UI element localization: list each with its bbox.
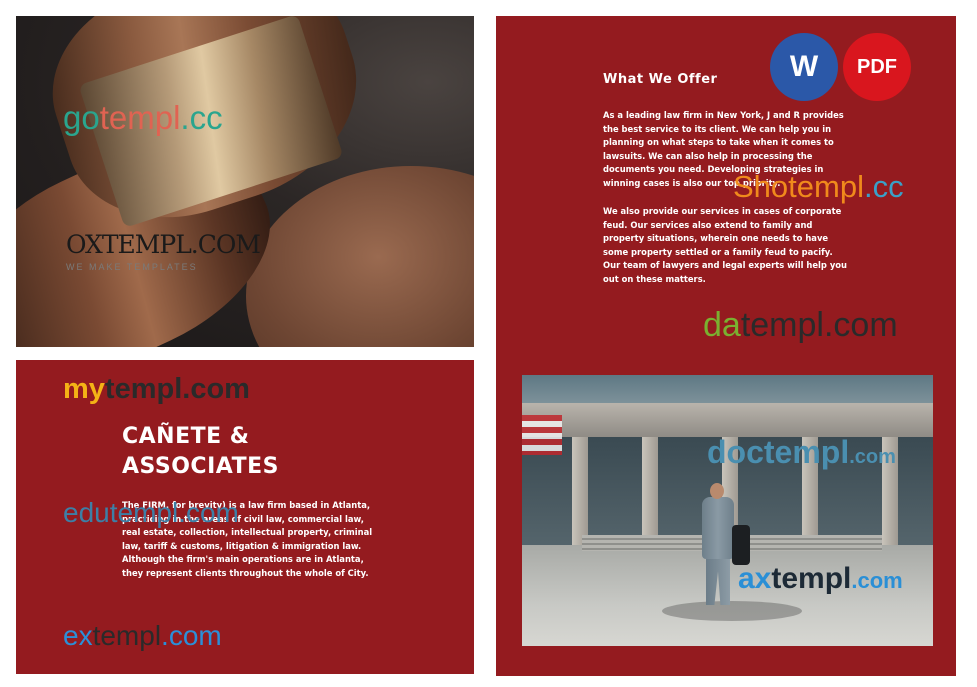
- flag-image: [522, 415, 562, 455]
- watermark-oxtempl: OXTEMPL.COM: [66, 230, 261, 259]
- watermark-oxtempl-tagline: WE MAKE TEMPLATES: [66, 262, 198, 272]
- gavel-photo: [16, 16, 474, 347]
- watermark-datempl: datempl.com: [703, 306, 898, 344]
- offer-paragraph-2: We also provide our services in cases of…: [603, 206, 848, 284]
- word-icon[interactable]: W: [770, 33, 838, 101]
- watermark-extempl: extempl.com: [63, 620, 222, 651]
- watermark-axtempl: axtempl.com: [738, 562, 903, 595]
- businessman-figure: [702, 497, 734, 559]
- watermark-edutempl: edutempl.com: [63, 497, 239, 528]
- businessman-photo: [522, 375, 933, 646]
- watermark-shotempl: Shotempl.cc: [733, 169, 904, 204]
- watermark-gotempl: gotempl.cc: [63, 99, 223, 136]
- pdf-icon[interactable]: PDF: [843, 33, 911, 101]
- sound-block-image: [246, 166, 474, 347]
- offer-heading: What We Offer: [603, 72, 718, 87]
- firm-title: CAÑETE & ASSOCIATES: [122, 424, 279, 479]
- watermark-mytempl: mytempl.com: [63, 373, 250, 405]
- watermark-doctempl: doctempl.com: [707, 434, 896, 470]
